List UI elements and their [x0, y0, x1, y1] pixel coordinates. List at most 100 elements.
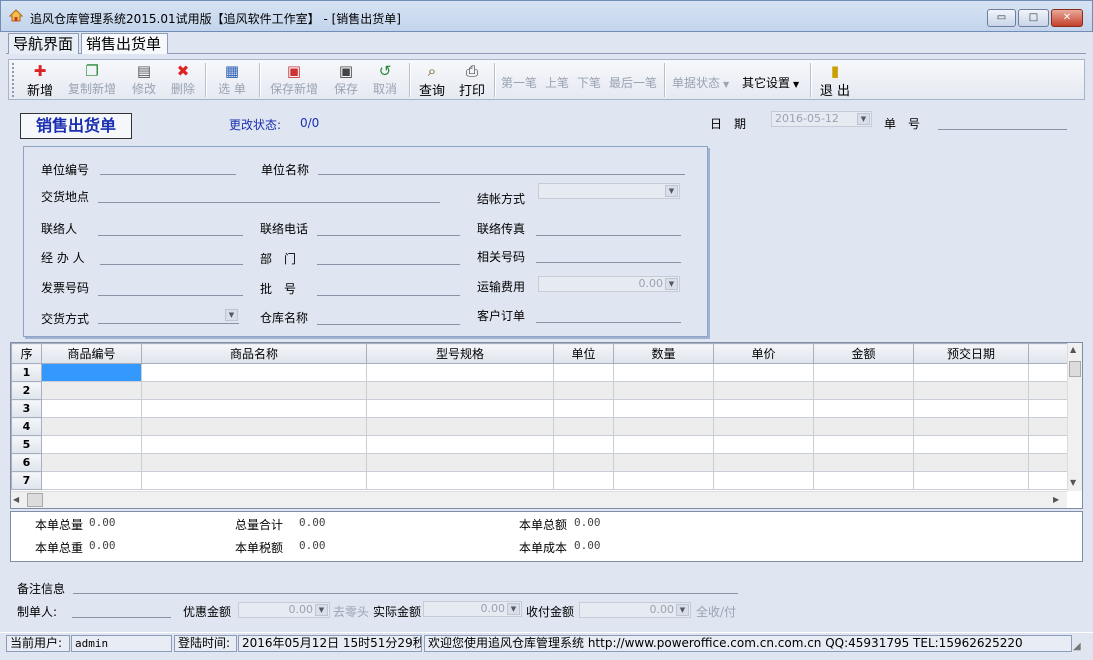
grid-cell[interactable] [41, 435, 142, 454]
grid-cell[interactable] [141, 363, 367, 382]
delete-button[interactable]: ✖ 删除 [169, 62, 197, 98]
grid-cell[interactable] [41, 417, 142, 436]
full-pay-button[interactable]: 全收/付 [696, 603, 736, 620]
received-input[interactable]: 0.00 ▼ [579, 602, 691, 618]
remarks-input[interactable] [73, 593, 738, 594]
table-row[interactable]: 1 [11, 363, 1082, 382]
contact-phone-input[interactable] [317, 235, 460, 236]
delivery-place-input[interactable] [98, 202, 440, 203]
grid-cell-selected[interactable] [41, 363, 142, 382]
grid-cell[interactable] [813, 453, 914, 472]
grid-cell[interactable] [613, 417, 714, 436]
edit-button[interactable]: ▤ 修改 [130, 62, 158, 98]
grid-cell[interactable] [553, 471, 614, 490]
grid-cell[interactable] [713, 435, 814, 454]
grid-cell[interactable] [813, 417, 914, 436]
grid-cell[interactable] [553, 381, 614, 400]
save-button[interactable]: ▣ 保存 [332, 62, 360, 98]
grid-cell[interactable] [41, 381, 142, 400]
table-row[interactable]: 7 [11, 471, 1082, 490]
grid-cell[interactable] [813, 471, 914, 490]
grid-cell[interactable] [366, 417, 554, 436]
scroll-right-icon[interactable]: ▶ [1053, 495, 1059, 504]
round-off-button[interactable]: 去零头 [333, 603, 369, 620]
grid-cell[interactable] [613, 453, 714, 472]
col-quantity[interactable]: 数量 [613, 343, 714, 364]
query-button[interactable]: ⌕ 查询 [418, 62, 446, 99]
prev-record-button[interactable]: 上笔 [545, 74, 569, 91]
grid-cell[interactable] [141, 381, 367, 400]
grid-cell[interactable] [913, 435, 1029, 454]
grid-cell[interactable] [613, 399, 714, 418]
scroll-left-icon[interactable]: ◀ [13, 495, 19, 504]
col-product-code[interactable]: 商品编号 [41, 343, 142, 364]
first-record-button[interactable]: 第一笔 [501, 74, 537, 91]
department-input[interactable] [317, 264, 460, 265]
table-row[interactable]: 4 [11, 417, 1082, 436]
col-delivery-date[interactable]: 预交日期 [913, 343, 1029, 364]
scroll-down-icon[interactable]: ▼ [1070, 478, 1076, 487]
grid-cell[interactable] [141, 471, 367, 490]
grid-cell[interactable] [713, 417, 814, 436]
col-unit[interactable]: 单位 [553, 343, 614, 364]
actual-amount-input[interactable]: 0.00 ▼ [423, 601, 522, 617]
grid-cell[interactable] [813, 381, 914, 400]
grid-cell[interactable] [141, 435, 367, 454]
contact-fax-input[interactable] [536, 235, 681, 236]
related-no-input[interactable] [536, 262, 681, 263]
grid-cell[interactable] [41, 453, 142, 472]
col-amount[interactable]: 金额 [813, 343, 914, 364]
grid-cell[interactable] [366, 381, 554, 400]
scroll-up-icon[interactable]: ▲ [1070, 345, 1076, 354]
select-order-button[interactable]: ▦ 选 单 [214, 62, 250, 98]
vertical-scrollbar[interactable]: ▲ ▼ [1067, 343, 1082, 491]
grid-cell[interactable] [141, 399, 367, 418]
table-row[interactable]: 5 [11, 435, 1082, 454]
horizontal-scrollbar[interactable]: ◀ ▶ [11, 491, 1067, 508]
grid-cell[interactable] [366, 453, 554, 472]
tab-navigation[interactable]: 导航界面 [8, 33, 79, 54]
grid-cell[interactable] [366, 471, 554, 490]
col-model-spec[interactable]: 型号规格 [366, 343, 554, 364]
grid-cell[interactable] [553, 399, 614, 418]
table-row[interactable]: 6 [11, 453, 1082, 472]
toolbar-grip[interactable] [12, 63, 16, 97]
customer-order-input[interactable] [536, 322, 681, 323]
maximize-button[interactable]: □ [1018, 9, 1049, 27]
last-record-button[interactable]: 最后一笔 [609, 74, 657, 91]
grid-cell[interactable] [913, 363, 1029, 382]
col-unit-price[interactable]: 单价 [713, 343, 814, 364]
delivery-mode-select[interactable]: ▼ [98, 308, 239, 324]
warehouse-input[interactable] [317, 324, 460, 325]
grid-cell[interactable] [913, 399, 1029, 418]
grid-cell[interactable] [553, 453, 614, 472]
grid-cell[interactable] [713, 453, 814, 472]
print-button[interactable]: ⎙ 打印 [458, 62, 486, 99]
exit-button[interactable]: ▮ 退 出 [818, 62, 852, 99]
grid-cell[interactable] [913, 453, 1029, 472]
col-product-name[interactable]: 商品名称 [141, 343, 367, 364]
grid-cell[interactable] [613, 471, 714, 490]
grid-cell[interactable] [366, 363, 554, 382]
minimize-button[interactable]: ▭ [987, 9, 1016, 27]
grid-cell[interactable] [813, 435, 914, 454]
grid-cell[interactable] [366, 399, 554, 418]
handler-input[interactable] [100, 264, 243, 265]
invoice-no-input[interactable] [98, 295, 243, 296]
new-button[interactable]: ✚ 新增 [24, 62, 56, 99]
save-new-button[interactable]: ▣ 保存新增 [268, 62, 320, 98]
tab-sales-delivery[interactable]: 销售出货单 [81, 33, 168, 54]
settlement-select[interactable]: ▼ [538, 183, 680, 199]
other-settings-menu[interactable]: 其它设置 ▼ [742, 74, 799, 91]
next-record-button[interactable]: 下笔 [577, 74, 601, 91]
grid-cell[interactable] [913, 381, 1029, 400]
grid-cell[interactable] [613, 435, 714, 454]
cancel-button[interactable]: ↺ 取消 [371, 62, 399, 98]
grid-cell[interactable] [553, 417, 614, 436]
grid-cell[interactable] [713, 363, 814, 382]
contact-input[interactable] [98, 235, 243, 236]
discount-input[interactable]: 0.00 ▼ [238, 602, 330, 618]
grid-cell[interactable] [913, 417, 1029, 436]
batch-no-input[interactable] [317, 295, 460, 296]
grid-cell[interactable] [41, 471, 142, 490]
